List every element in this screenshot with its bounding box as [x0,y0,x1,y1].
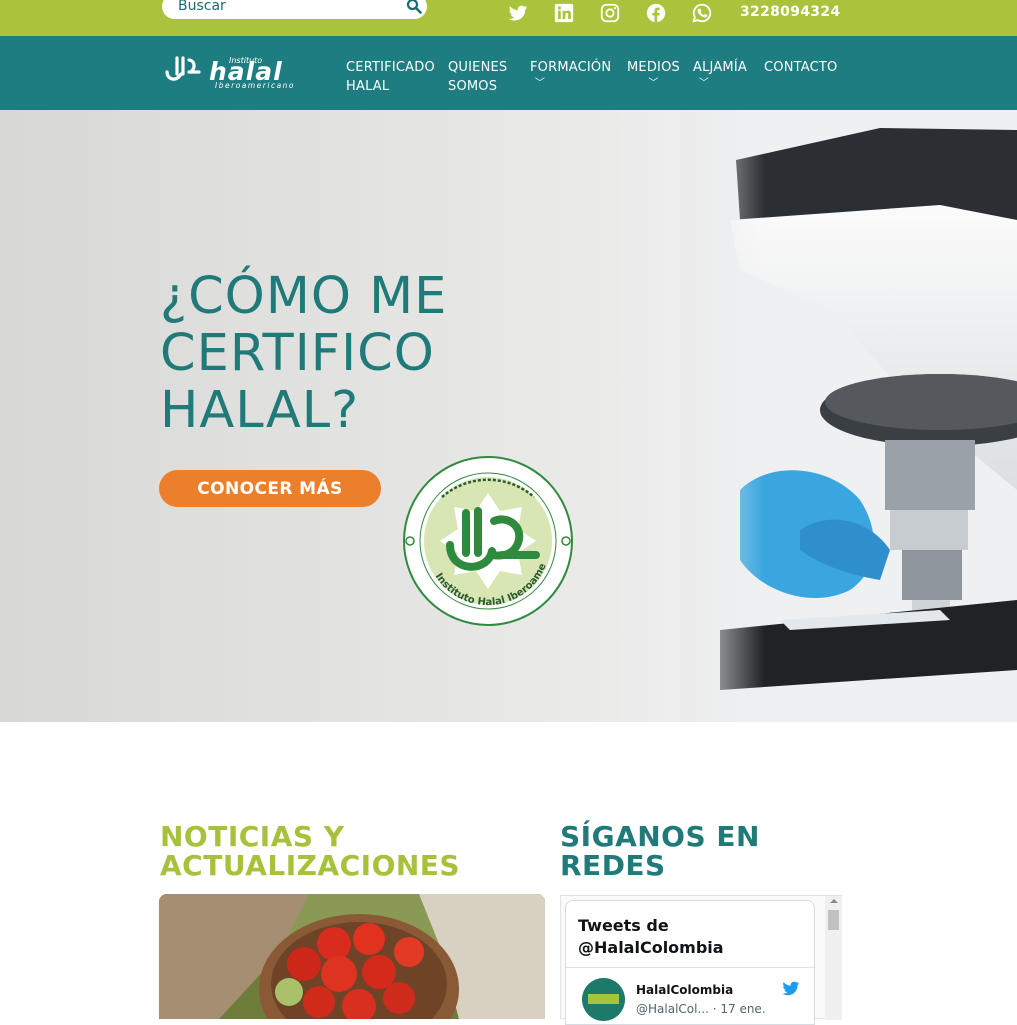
instagram-icon[interactable] [599,2,621,24]
facebook-icon[interactable] [645,2,667,24]
twitter-bird-icon[interactable] [782,981,800,997]
chevron-down-icon: ﹀ [534,78,546,89]
svg-text:Instituto: Instituto [229,56,262,65]
twitter-icon[interactable] [507,2,529,24]
twitter-widget[interactable]: Tweets de @HalalColombia HalalColombia @… [560,895,842,1025]
nav-medios[interactable]: MEDIOS ﹀ [627,58,680,89]
chevron-down-icon: ﹀ [698,78,710,89]
nav-aljamia[interactable]: ALJAMÍA ﹀ [693,58,747,89]
scroll-up-arrow-icon[interactable] [830,899,838,903]
news-section-title: NOTICIAS Y ACTUALIZACIONES [160,820,461,882]
social-section-title: SÍGANOS EN REDES [560,820,760,882]
main-navbar: halal Instituto Iberoamericano CERTIFICA… [0,36,1017,110]
nav-contacto[interactable]: CONTACTO [764,58,837,77]
avatar[interactable] [582,978,625,1021]
svg-text:Iberoamericano: Iberoamericano [215,81,295,90]
search-box[interactable] [162,0,427,19]
divider [566,967,814,968]
scrollbar[interactable] [825,896,842,1020]
hero-banner: ¿CÓMO ME CERTIFICO HALAL? CONOCER MÁS In… [0,110,1017,722]
nav-formacion[interactable]: FORMACIÓN ﹀ [530,58,611,89]
whatsapp-icon[interactable] [691,2,713,24]
tweet-author-name[interactable]: HalalColombia [636,983,733,997]
phone-number[interactable]: 3228094324 [740,4,840,20]
search-icon[interactable] [406,0,422,14]
halal-seal-logo: Instituto Halal Iberoamericano [402,455,573,626]
conocer-mas-button[interactable]: CONOCER MÁS [159,470,381,507]
twitter-timeline: Tweets de @HalalColombia HalalColombia @… [565,900,815,1025]
top-bar: 3228094324 [0,0,1017,36]
hero-title: ¿CÓMO ME CERTIFICO HALAL? [160,267,448,440]
search-input[interactable] [178,0,388,15]
microscope-image [680,110,1017,722]
nav-certificado-halal[interactable]: CERTIFICADO HALAL [346,58,435,96]
chevron-down-icon: ﹀ [648,78,659,89]
tweet-author-handle: @HalalCol... · 17 ene. [636,1002,766,1016]
nav-quienes-somos[interactable]: QUIENES SOMOS [448,58,507,96]
scroll-thumb[interactable] [828,910,839,930]
instituto-halal-logo[interactable]: halal Instituto Iberoamericano [163,50,323,90]
twitter-header[interactable]: Tweets de @HalalColombia [578,915,808,959]
linkedin-icon[interactable] [553,2,575,24]
news-image-tomatoes[interactable] [159,894,545,1019]
